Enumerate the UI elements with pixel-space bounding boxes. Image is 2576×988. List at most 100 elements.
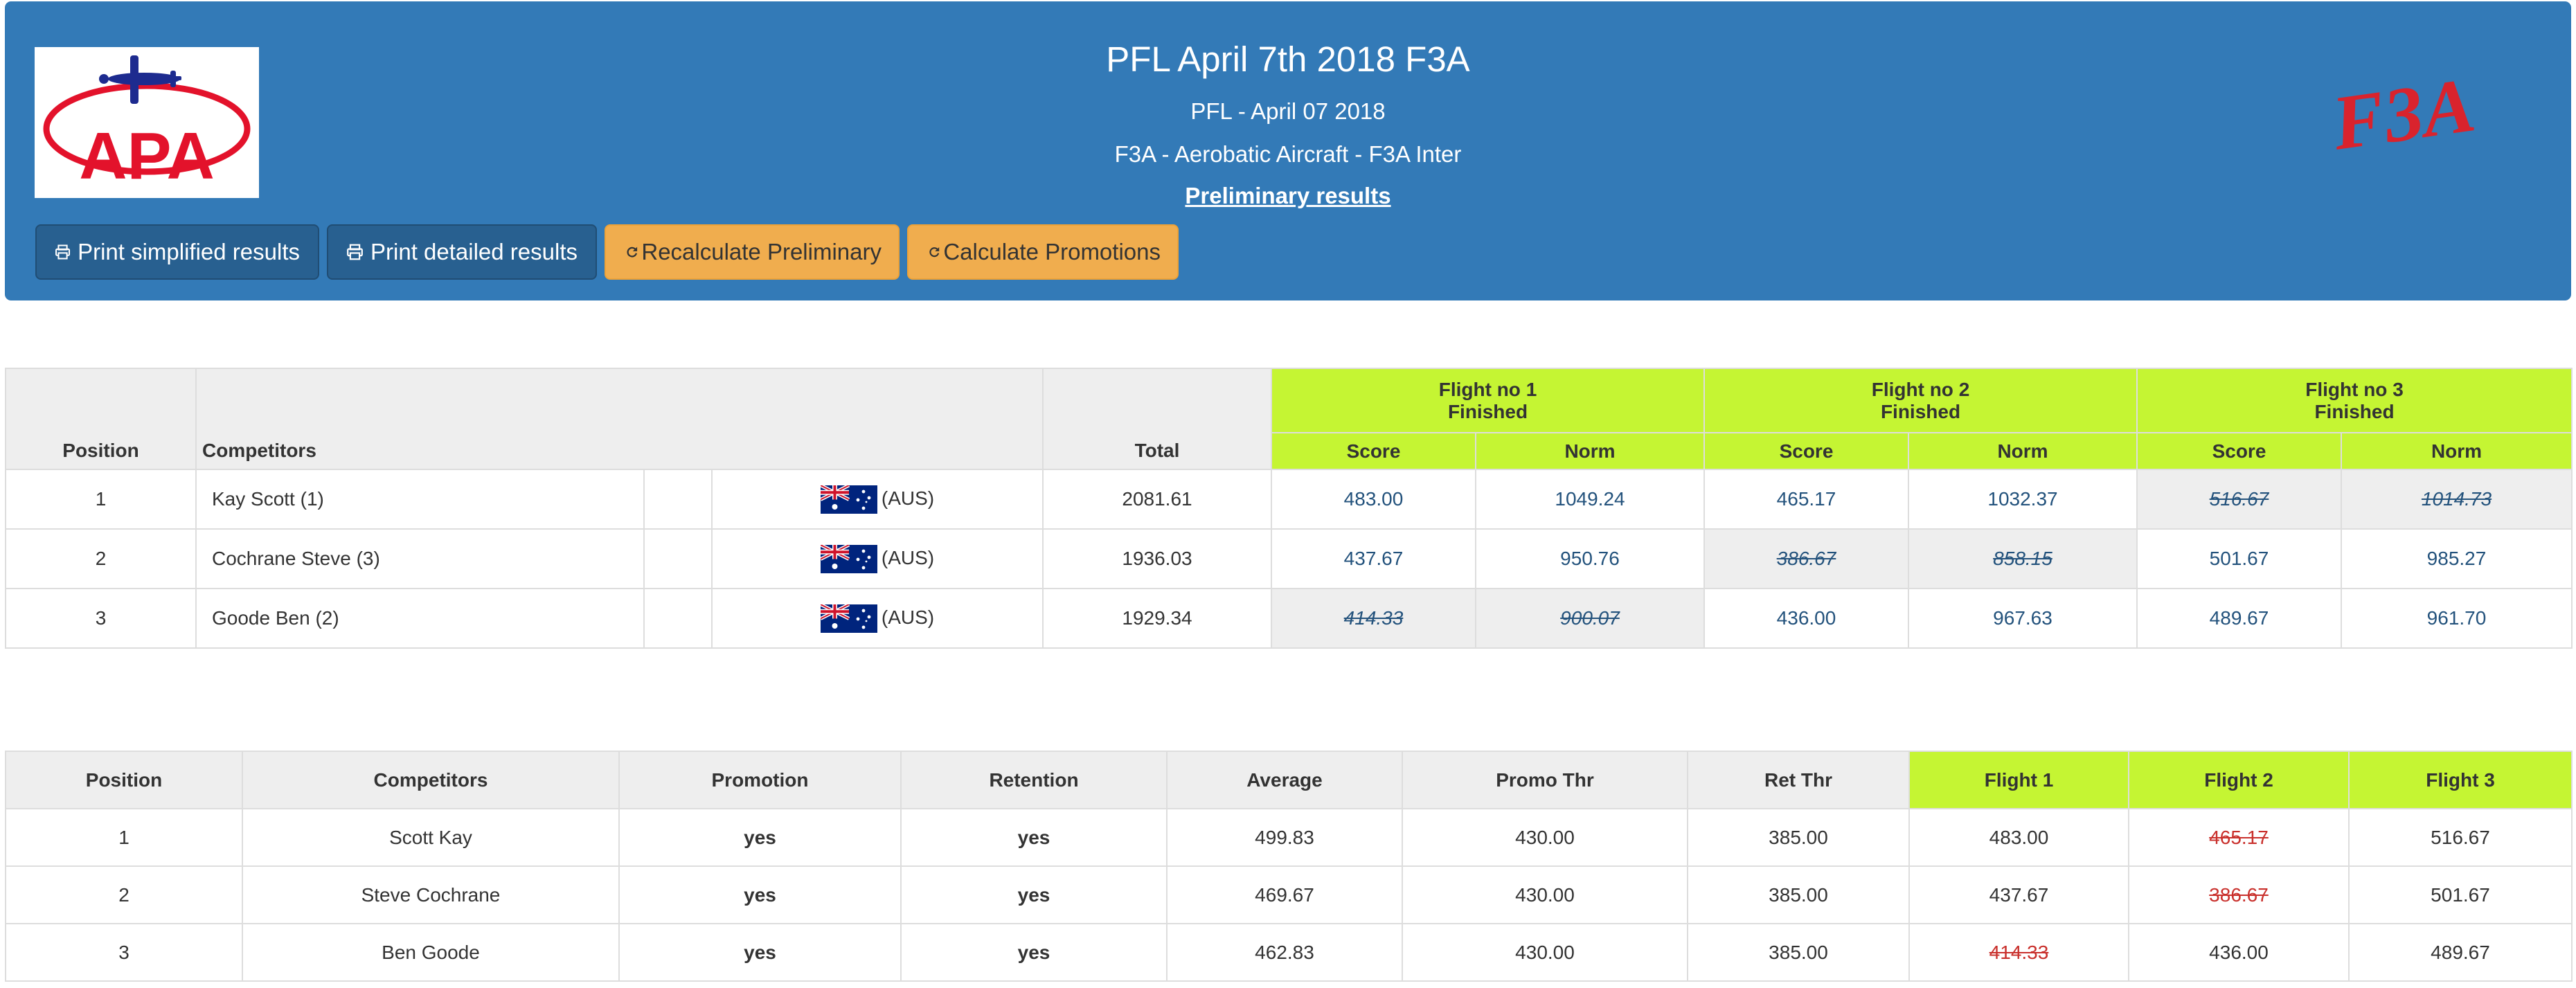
retention-threshold-cell: 385.00	[1687, 865, 1910, 924]
flight-norm-cell[interactable]: 967.63	[1908, 588, 2138, 649]
promotion-header-cell: Flight 2	[2128, 751, 2350, 809]
promo-threshold-cell: 430.00	[1402, 808, 1688, 867]
flight-score-cell[interactable]: 501.67	[2136, 528, 2342, 589]
australia-flag-icon	[820, 485, 877, 514]
norm-header: Norm	[1475, 432, 1705, 470]
flight-norm-cell[interactable]: 950.76	[1475, 528, 1705, 589]
average-cell: 462.83	[1166, 923, 1403, 982]
recalculate-preliminary-button[interactable]: Recalculate Preliminary	[605, 224, 900, 280]
flight-score-cell[interactable]: 489.67	[2136, 588, 2342, 649]
print-detailed-button[interactable]: Print detailed results	[327, 224, 597, 280]
calculate-promotions-button[interactable]: Calculate Promotions	[907, 224, 1179, 280]
norm-header: Norm	[1908, 432, 2138, 470]
flight-value-cell: 436.00	[2128, 923, 2350, 982]
position-cell: 1	[5, 469, 197, 530]
country-cell: (AUS)	[711, 469, 1044, 530]
promotion-cell: yes	[618, 923, 902, 982]
result-row: 1 Kay Scott (1) (AUS) 2081.61 483.00 1049.24 4…	[5, 469, 2573, 530]
event-date-line: PFL - April 07 2018	[1190, 98, 1386, 124]
total-header: Total	[1042, 368, 1272, 470]
promotion-header-cell: Competitors	[242, 751, 620, 809]
competitors-header: Competitors	[195, 368, 1044, 470]
flight-score-cell[interactable]: 386.67	[1703, 528, 1909, 589]
promotion-header-cell: Position	[5, 751, 243, 809]
promo-threshold-cell: 430.00	[1402, 923, 1688, 982]
country-cell: (AUS)	[711, 588, 1044, 649]
flight-value-cell: 483.00	[1908, 808, 2129, 867]
retention-cell: yes	[900, 923, 1168, 982]
svg-text:F3A: F3A	[2327, 64, 2480, 167]
flight-norm-cell[interactable]: 858.15	[1908, 528, 2138, 589]
empty-cell	[643, 528, 713, 589]
competitor-name-cell: Ben Goode	[242, 923, 620, 982]
position-cell: 1	[5, 808, 243, 867]
competitor-name-cell: Steve Cochrane	[242, 865, 620, 924]
flight-value-cell: 489.67	[2348, 923, 2573, 982]
promotion-cell: yes	[618, 865, 902, 924]
flight-value-cell: 465.17	[2128, 808, 2350, 867]
position-cell: 3	[5, 923, 243, 982]
result-row: 3 Goode Ben (2) (AUS) 1929.34 414.33 900.07 43…	[5, 588, 2573, 649]
australia-flag-icon	[820, 604, 877, 633]
flight-score-cell[interactable]: 414.33	[1271, 588, 1476, 649]
flight-score-cell[interactable]: 436.00	[1703, 588, 1909, 649]
flight-2-header: Flight no 2 Finished	[1703, 368, 2138, 433]
flight-score-cell[interactable]: 437.67	[1271, 528, 1476, 589]
score-header: Score	[1271, 432, 1476, 470]
position-cell: 3	[5, 588, 197, 649]
flight-1-header: Flight no 1 Finished	[1271, 368, 1705, 433]
norm-header: Norm	[2341, 432, 2573, 470]
class-line: F3A - Aerobatic Aircraft - F3A Inter	[1114, 141, 1462, 167]
promotion-header-cell: Average	[1166, 751, 1403, 809]
total-cell: 1929.34	[1042, 588, 1272, 649]
calculate-promotions-label: Calculate Promotions	[943, 239, 1161, 264]
flight-value-cell: 501.67	[2348, 865, 2573, 924]
empty-cell	[643, 588, 713, 649]
total-cell: 1936.03	[1042, 528, 1272, 589]
flight-norm-cell[interactable]: 961.70	[2341, 588, 2573, 649]
print-simplified-label: Print simplified results	[78, 239, 300, 264]
average-cell: 499.83	[1166, 808, 1403, 867]
flight-norm-cell[interactable]: 1014.73	[2341, 469, 2573, 530]
result-row: 2 Cochrane Steve (3) (AUS) 1936.03 437.67 950…	[5, 528, 2573, 589]
flight-norm-cell[interactable]: 985.27	[2341, 528, 2573, 589]
retention-threshold-cell: 385.00	[1687, 923, 1910, 982]
f3a-logo: F3A	[2290, 64, 2519, 168]
event-header-panel: APA PFL April 7th 2018 F3A PFL - April 0…	[5, 1, 2571, 300]
preliminary-results-link[interactable]: Preliminary results	[1185, 176, 1390, 216]
promotion-table: Position Competitors Promotion Retention Ave…	[5, 751, 2573, 982]
competitor-name-cell: Cochrane Steve (3)	[195, 528, 645, 589]
promotion-header-cell: Promotion	[618, 751, 902, 809]
position-cell: 2	[5, 865, 243, 924]
results-table: Position Competitors Total Flight no 1 Fi…	[5, 368, 2573, 649]
flight-3-header: Flight no 3 Finished	[2136, 368, 2573, 433]
print-simplified-button[interactable]: Print simplified results	[35, 224, 319, 280]
promotion-header-cell: Flight 1	[1908, 751, 2129, 809]
australia-flag-icon	[820, 544, 877, 573]
promotion-row: 1 Scott Kay yes yes 499.83 430.00 385.00 483.00…	[5, 808, 2573, 867]
print-detailed-label: Print detailed results	[370, 239, 578, 264]
retention-threshold-cell: 385.00	[1687, 808, 1910, 867]
flight-score-cell[interactable]: 465.17	[1703, 469, 1909, 530]
promotion-header-cell: Promo Thr	[1402, 751, 1688, 809]
promotion-header-cell: Ret Thr	[1687, 751, 1910, 809]
empty-cell	[643, 469, 713, 530]
total-cell: 2081.61	[1042, 469, 1272, 530]
retention-cell: yes	[900, 808, 1168, 867]
flight-score-cell[interactable]: 483.00	[1271, 469, 1476, 530]
recalculate-preliminary-label: Recalculate Preliminary	[641, 239, 882, 264]
refresh-icon	[625, 240, 638, 264]
competitor-name-cell: Goode Ben (2)	[195, 588, 645, 649]
promotion-header-cell: Flight 3	[2348, 751, 2573, 809]
flight-score-cell[interactable]: 516.67	[2136, 469, 2342, 530]
flight-value-cell: 437.67	[1908, 865, 2129, 924]
flight-value-cell: 516.67	[2348, 808, 2573, 867]
flight-norm-cell[interactable]: 900.07	[1475, 588, 1705, 649]
flight-norm-cell[interactable]: 1032.37	[1908, 469, 2138, 530]
promotion-row: 3 Ben Goode yes yes 462.83 430.00 385.00 414.33…	[5, 923, 2573, 982]
flight-norm-cell[interactable]: 1049.24	[1475, 469, 1705, 530]
competitor-name-cell: Kay Scott (1)	[195, 469, 645, 530]
country-cell: (AUS)	[711, 528, 1044, 589]
promotion-cell: yes	[618, 808, 902, 867]
print-icon	[55, 240, 71, 264]
